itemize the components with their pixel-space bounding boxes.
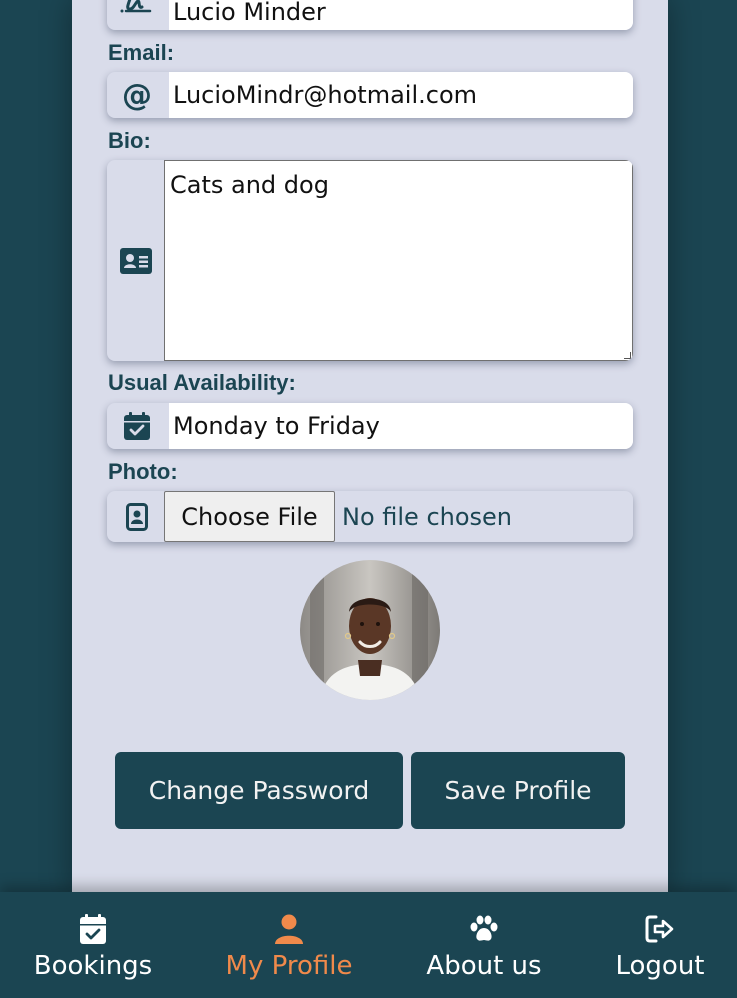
bio-input-group: Cats and dog (107, 160, 633, 361)
signature-icon (107, 0, 167, 30)
portrait-icon (107, 491, 167, 542)
email-label: Email: (108, 40, 175, 65)
resize-handle-icon[interactable] (624, 352, 631, 359)
calendar-check-icon (80, 913, 106, 945)
profile-panel: Lucio Minder Email: @ LucioMindr@hotmail… (72, 0, 668, 892)
photo-input-group: Choose File No file chosen (107, 491, 633, 542)
photo-label: Photo: (108, 459, 178, 484)
user-icon (275, 913, 303, 945)
bio-textarea[interactable]: Cats and dog (164, 160, 633, 361)
availability-input[interactable]: Monday to Friday (169, 403, 633, 449)
logout-icon (645, 913, 675, 945)
file-status-text: No file chosen (342, 502, 513, 531)
bottom-nav: Bookings My Profile About us Logout (0, 892, 737, 998)
change-password-button[interactable]: Change Password (115, 752, 403, 829)
id-card-icon (107, 160, 165, 361)
name-input[interactable]: Lucio Minder (169, 0, 633, 30)
at-icon: @ (122, 77, 152, 113)
nav-label-logout: Logout (615, 951, 705, 981)
bio-label: Bio: (108, 128, 151, 153)
nav-label-about-us: About us (426, 951, 542, 981)
paw-icon (469, 913, 499, 945)
nav-item-about-us[interactable]: About us (411, 892, 557, 998)
choose-file-button[interactable]: Choose File (164, 491, 335, 542)
availability-label: Usual Availability: (108, 370, 296, 395)
nav-label-bookings: Bookings (33, 951, 153, 981)
email-input-group: @ LucioMindr@hotmail.com (107, 72, 633, 118)
availability-input-group: Monday to Friday (107, 403, 633, 449)
name-input-group: Lucio Minder (107, 0, 633, 30)
nav-item-bookings[interactable]: Bookings (20, 892, 166, 998)
calendar-check-icon (107, 403, 167, 449)
nav-label-my-profile: My Profile (225, 951, 353, 981)
email-input[interactable]: LucioMindr@hotmail.com (169, 72, 633, 118)
nav-item-logout[interactable]: Logout (600, 892, 720, 998)
nav-item-my-profile[interactable]: My Profile (216, 892, 362, 998)
profile-photo (300, 560, 440, 700)
save-profile-button[interactable]: Save Profile (411, 752, 625, 829)
